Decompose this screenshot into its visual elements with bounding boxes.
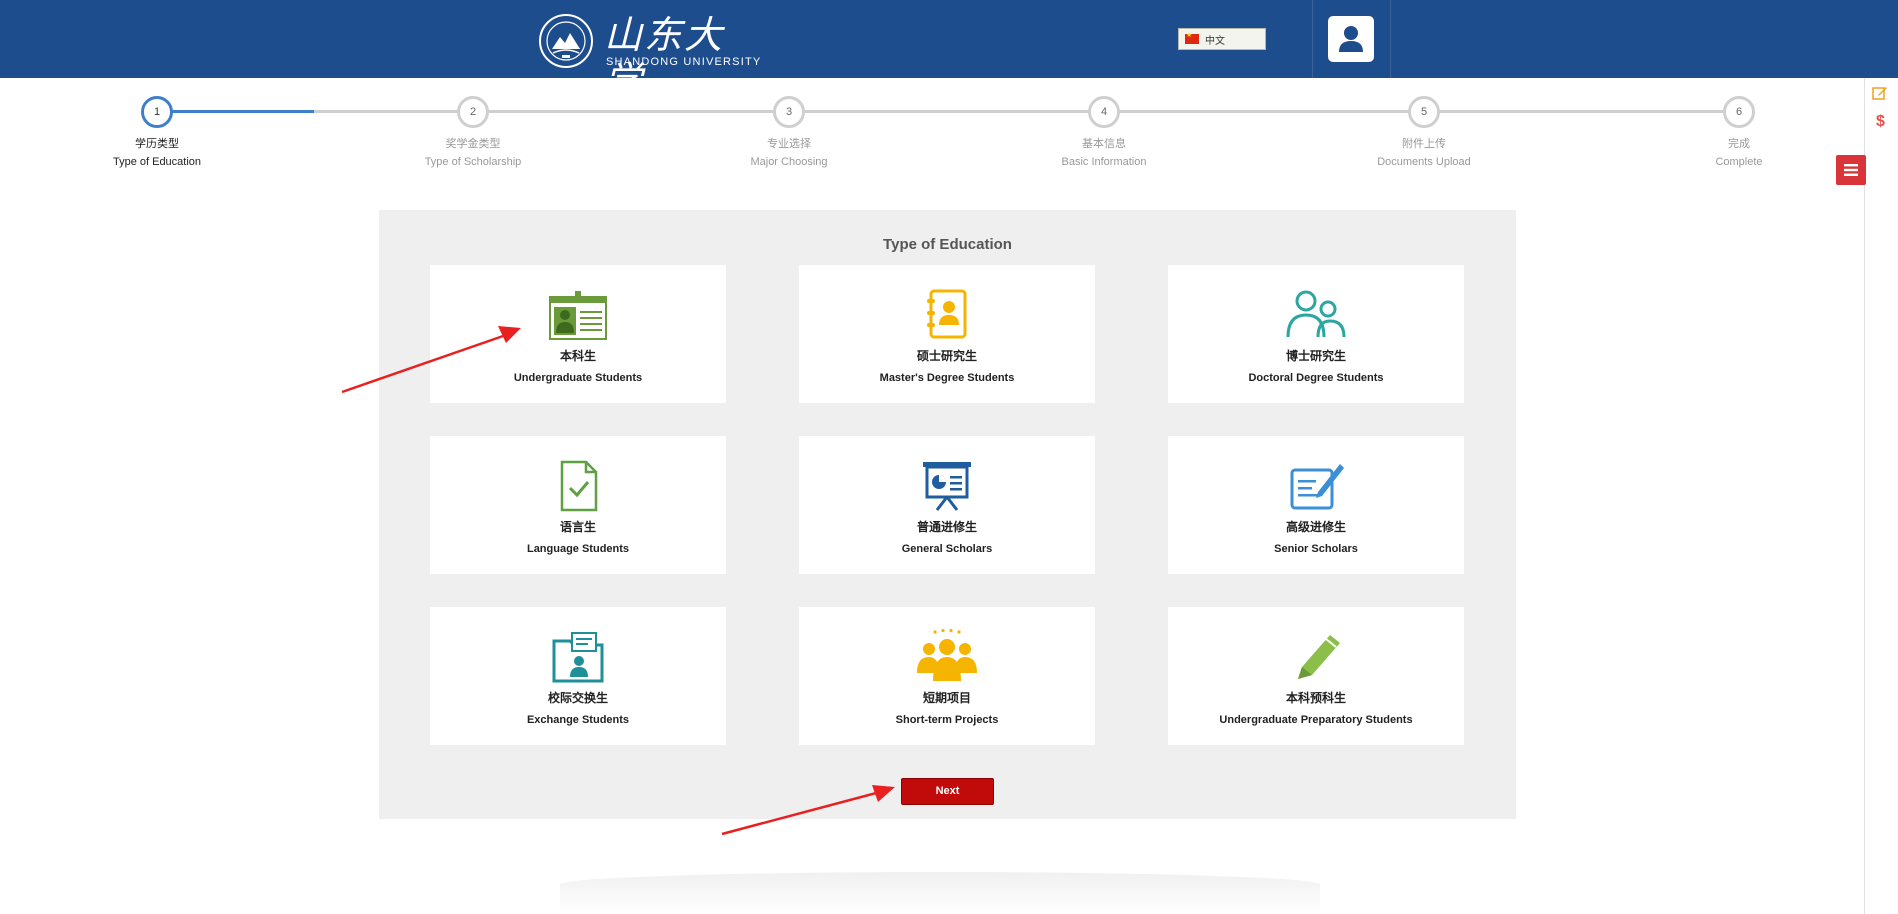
card-label-cn: 本科预科生 <box>1285 691 1346 705</box>
card-label-en: Exchange Students <box>526 714 630 726</box>
university-logo[interactable]: 山东大学 SHANDONG UNIVERSITY <box>538 12 760 103</box>
step-label-cn: 附件上传 <box>1402 138 1446 150</box>
card-label-cn: 博士研究生 <box>1285 349 1346 363</box>
card-label-en: Senior Scholars <box>1274 543 1358 555</box>
university-seal-icon <box>539 14 593 68</box>
pencil-icon <box>1298 635 1340 679</box>
next-button[interactable]: Next <box>901 778 994 805</box>
card-label-en: General Scholars <box>901 543 993 555</box>
pen-paper-icon <box>1290 464 1344 510</box>
step-label-en: Major Choosing <box>750 156 828 168</box>
card-label-cn: 硕士研究生 <box>916 349 977 363</box>
step-label-en: Type of Scholarship <box>424 156 522 168</box>
china-flag-icon <box>1185 31 1199 44</box>
card-label-cn: 语言生 <box>559 520 596 534</box>
presentation-board-icon <box>923 462 971 511</box>
card-label-en: Master's Degree Students <box>879 372 1015 384</box>
step-label-cn: 专业选择 <box>767 138 811 150</box>
document-check-icon <box>560 460 598 512</box>
step-number: 3 <box>773 96 805 128</box>
two-users-icon <box>1286 290 1346 338</box>
folder-user-icon <box>552 632 604 683</box>
step-label-cn: 基本信息 <box>1082 138 1126 150</box>
bottom-shadow <box>560 872 1320 914</box>
card-label-en: Language Students <box>526 543 630 555</box>
card-label-en: Undergraduate Preparatory Students <box>1219 714 1413 726</box>
step-label-en: Documents Upload <box>1377 156 1471 168</box>
step-number: 6 <box>1723 96 1755 128</box>
step-number: 2 <box>457 96 489 128</box>
panel-title: Type of Education <box>883 236 1012 253</box>
header-divider <box>1312 0 1313 78</box>
id-card-icon <box>549 291 607 340</box>
card-doctoral[interactable]: 博士研究生 Doctoral Degree Students <box>1168 265 1464 403</box>
education-type-panel: Type of Education 本科生 Undergraduate Stud… <box>379 210 1516 819</box>
card-label-cn: 本科生 <box>559 349 596 363</box>
step-label-cn: 完成 <box>1728 138 1750 150</box>
header-bar: 山东大学 SHANDONG UNIVERSITY 中文 <box>0 0 1898 103</box>
header-divider <box>1390 0 1391 78</box>
card-senior-scholars[interactable]: 高级进修生 Senior Scholars <box>1168 436 1464 574</box>
contact-book-icon <box>927 289 967 339</box>
step-label-cn: 学历类型 <box>135 138 179 150</box>
card-preparatory[interactable]: 本科预科生 Undergraduate Preparatory Students <box>1168 607 1464 745</box>
card-label-en: Short-term Projects <box>895 714 999 726</box>
card-label-cn: 高级进修生 <box>1285 520 1346 534</box>
step-number: 5 <box>1408 96 1440 128</box>
step-basic-information[interactable]: 4 基本信息 Basic Information <box>1024 96 1184 168</box>
step-type-of-scholarship[interactable]: 2 奖学金类型 Type of Scholarship <box>393 96 553 168</box>
card-undergraduate[interactable]: 本科生 Undergraduate Students <box>430 265 726 403</box>
card-label-cn: 短期项目 <box>922 691 971 705</box>
card-label-cn: 校际交换生 <box>547 691 608 705</box>
step-complete[interactable]: 6 完成 Complete <box>1659 96 1819 168</box>
card-language[interactable]: 语言生 Language Students <box>430 436 726 574</box>
step-label-en: Complete <box>1715 156 1763 168</box>
language-select[interactable]: 中文 <box>1178 28 1266 50</box>
card-label-en: Doctoral Degree Students <box>1248 372 1384 384</box>
user-icon <box>1339 26 1363 52</box>
card-general-scholars[interactable]: 普通进修生 General Scholars <box>799 436 1095 574</box>
logo-english-name: SHANDONG UNIVERSITY <box>606 56 762 68</box>
card-exchange[interactable]: 校际交换生 Exchange Students <box>430 607 726 745</box>
card-masters[interactable]: 硕士研究生 Master's Degree Students <box>799 265 1095 403</box>
progress-stepper: 1 学历类型 Type of Education 2 奖学金类型 Type of… <box>0 96 1898 176</box>
step-label-en: Type of Education <box>112 156 202 168</box>
card-label-cn: 普通进修生 <box>916 520 977 534</box>
step-number: 1 <box>141 96 173 128</box>
card-short-term[interactable]: 短期项目 Short-term Projects <box>799 607 1095 745</box>
card-label-en: Undergraduate Students <box>513 372 643 384</box>
user-account-button[interactable] <box>1328 16 1374 62</box>
step-number: 4 <box>1088 96 1120 128</box>
language-label: 中文 <box>1205 35 1225 47</box>
group-people-icon <box>917 629 977 681</box>
right-side-strip <box>1864 78 1865 914</box>
step-label-en: Basic Information <box>1061 156 1147 168</box>
step-major-choosing[interactable]: 3 专业选择 Major Choosing <box>709 96 869 168</box>
step-label-cn: 奖学金类型 <box>445 138 501 150</box>
step-documents-upload[interactable]: 5 附件上传 Documents Upload <box>1344 96 1504 168</box>
step-type-of-education[interactable]: 1 学历类型 Type of Education <box>77 96 237 168</box>
